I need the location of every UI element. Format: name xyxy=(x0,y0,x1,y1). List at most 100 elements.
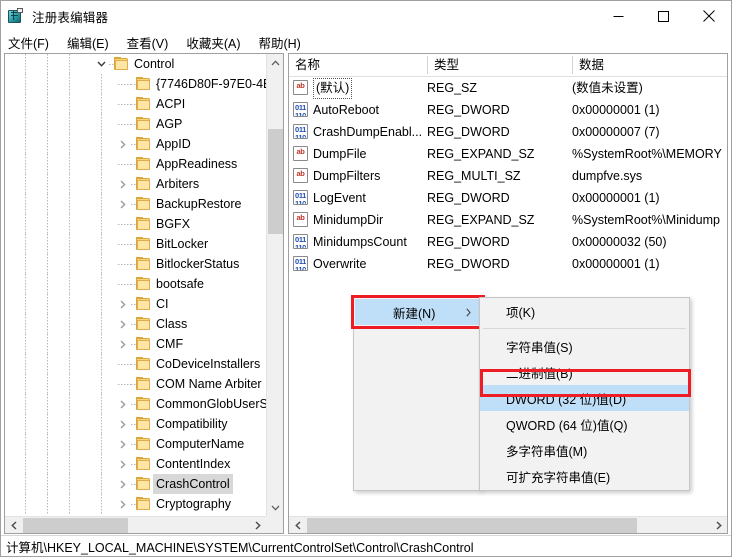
chevron-right-icon[interactable] xyxy=(115,474,131,494)
tree-scroll-thumb[interactable] xyxy=(268,129,283,234)
tree-scroll-up-button[interactable] xyxy=(267,54,284,71)
column-header-data[interactable]: 数据 xyxy=(573,54,727,76)
tree-item-label: AGP xyxy=(156,114,182,134)
tree-item-bitlockerstatus[interactable]: BitlockerStatus xyxy=(5,254,266,274)
menu-help[interactable]: 帮助(H) xyxy=(258,31,308,54)
folder-icon xyxy=(136,197,152,211)
tree-guide-line xyxy=(101,394,102,414)
chevron-right-icon[interactable] xyxy=(115,394,131,414)
tree-horizontal-scrollbar[interactable] xyxy=(5,516,266,533)
menu-edit[interactable]: 编辑(E) xyxy=(67,31,117,54)
context-submenu-item[interactable]: QWORD (64 位)值(Q) xyxy=(480,411,689,437)
folder-icon xyxy=(136,97,152,111)
registry-value-row[interactable]: abDumpFileREG_EXPAND_SZ%SystemRoot%\MEMO… xyxy=(289,143,727,165)
tree-item-label: Arbiters xyxy=(156,174,199,194)
tree-item-computername[interactable]: ComputerName xyxy=(5,434,266,454)
tree-item-7746d80f97e04e2[interactable]: {7746D80F-97E0-4E2 xyxy=(5,74,266,94)
tree-item-comnamearbiter[interactable]: COM Name Arbiter xyxy=(5,374,266,394)
chevron-right-icon[interactable] xyxy=(115,314,131,334)
list-scroll-right-button[interactable] xyxy=(710,517,727,534)
tree-item-crashcontrol[interactable]: CrashControl xyxy=(5,474,266,494)
registry-value-data: 0x00000032 (50) xyxy=(572,231,722,253)
registry-value-row[interactable]: 011110OverwriteREG_DWORD0x00000001 (1) xyxy=(289,253,727,275)
context-menu-item-new[interactable]: 新建(N) xyxy=(355,299,481,325)
registry-value-row[interactable]: abMinidumpDirREG_EXPAND_SZ%SystemRoot%\M… xyxy=(289,209,727,231)
chevron-right-icon[interactable] xyxy=(115,454,131,474)
tree-guide-line xyxy=(47,294,48,314)
folder-icon xyxy=(136,277,152,291)
registry-value-row[interactable]: abDumpFiltersREG_MULTI_SZdumpfve.sys xyxy=(289,165,727,187)
registry-value-row[interactable]: 011110CrashDumpEnabl...REG_DWORD0x000000… xyxy=(289,121,727,143)
chevron-right-icon[interactable] xyxy=(115,134,131,154)
tree-item-commonglobuserse[interactable]: CommonGlobUserSe xyxy=(5,394,266,414)
close-button[interactable] xyxy=(686,1,731,31)
tree-item-bitlocker[interactable]: BitLocker xyxy=(5,234,266,254)
tree-guide-line xyxy=(101,114,102,134)
tree-item-class[interactable]: Class xyxy=(5,314,266,334)
tree-item-cryptography[interactable]: Cryptography xyxy=(5,494,266,514)
chevron-right-icon[interactable] xyxy=(115,414,131,434)
context-submenu-item[interactable]: 可扩充字符串值(E) xyxy=(480,463,689,489)
chevron-right-icon[interactable] xyxy=(115,294,131,314)
chevron-down-icon[interactable] xyxy=(93,54,109,74)
submenu-arrow-icon xyxy=(466,306,471,320)
tree-item-cmf[interactable]: CMF xyxy=(5,334,266,354)
tree-item-ci[interactable]: CI xyxy=(5,294,266,314)
tree-vertical-scrollbar[interactable] xyxy=(266,54,283,516)
context-submenu-item[interactable]: 多字符串值(M) xyxy=(480,437,689,463)
menu-file[interactable]: 文件(F) xyxy=(8,31,57,54)
tree-item-label: CommonGlobUserSe xyxy=(156,394,266,414)
tree-hscroll-thumb[interactable] xyxy=(23,518,128,533)
folder-icon xyxy=(136,317,152,331)
registry-value-type: REG_EXPAND_SZ xyxy=(427,143,534,165)
context-submenu-item[interactable]: DWORD (32 位)值(D) xyxy=(480,385,689,411)
context-submenu-item[interactable]: 二进制值(B) xyxy=(480,359,689,385)
tree-scroll-left-button[interactable] xyxy=(5,517,22,534)
list-scroll-left-button[interactable] xyxy=(289,517,306,534)
tree-scroll-right-button[interactable] xyxy=(249,517,266,534)
tree-guide-line xyxy=(25,114,26,134)
tree-guide-line xyxy=(69,374,70,394)
column-header-name[interactable]: 名称 xyxy=(289,54,427,76)
menu-favorites[interactable]: 收藏夹(A) xyxy=(186,31,248,54)
registry-value-name: (默认) xyxy=(313,78,352,99)
tree-guide-line xyxy=(25,474,26,494)
context-submenu-item[interactable]: 字符串值(S) xyxy=(480,333,689,359)
maximize-button[interactable] xyxy=(641,1,686,31)
context-submenu-item[interactable]: 项(K) xyxy=(480,298,689,324)
chevron-right-icon[interactable] xyxy=(115,174,131,194)
tree-item-codeviceinstallers[interactable]: CoDeviceInstallers xyxy=(5,354,266,374)
registry-value-row[interactable]: 011110AutoRebootREG_DWORD0x00000001 (1) xyxy=(289,99,727,121)
string-value-icon: ab xyxy=(293,168,308,183)
registry-value-row[interactable]: 011110LogEventREG_DWORD0x00000001 (1) xyxy=(289,187,727,209)
tree-item-bootsafe[interactable]: bootsafe xyxy=(5,274,266,294)
tree-guide-line xyxy=(69,474,70,494)
tree-item-contentindex[interactable]: ContentIndex xyxy=(5,454,266,474)
chevron-right-icon[interactable] xyxy=(115,434,131,454)
registry-value-row[interactable]: ab(默认)REG_SZ(数值未设置) xyxy=(289,77,727,99)
tree-item-control[interactable]: Control xyxy=(5,54,266,74)
menu-view[interactable]: 查看(V) xyxy=(127,31,177,54)
registry-value-row[interactable]: 011110MinidumpsCountREG_DWORD0x00000032 … xyxy=(289,231,727,253)
chevron-right-icon[interactable] xyxy=(115,334,131,354)
tree-item-acpi[interactable]: ACPI xyxy=(5,94,266,114)
tree-item-agp[interactable]: AGP xyxy=(5,114,266,134)
chevron-right-icon[interactable] xyxy=(115,494,131,514)
tree-guide-line xyxy=(101,354,102,374)
tree-item-appreadiness[interactable]: AppReadiness xyxy=(5,154,266,174)
tree-scroll-down-button[interactable] xyxy=(267,499,284,516)
tree-item-compatibility[interactable]: Compatibility xyxy=(5,414,266,434)
folder-icon xyxy=(136,237,152,251)
tree-item-backuprestore[interactable]: BackupRestore xyxy=(5,194,266,214)
column-header-type[interactable]: 类型 xyxy=(428,54,572,76)
chevron-right-icon[interactable] xyxy=(115,194,131,214)
tree-item-appid[interactable]: AppID xyxy=(5,134,266,154)
minimize-button[interactable] xyxy=(596,1,641,31)
tree-item-bgfx[interactable]: BGFX xyxy=(5,214,266,234)
list-hscroll-thumb[interactable] xyxy=(307,518,637,533)
tree-guide-line xyxy=(25,154,26,174)
chevron-down-icon xyxy=(271,505,280,511)
list-horizontal-scrollbar[interactable] xyxy=(289,516,727,533)
registry-tree[interactable]: Control{7746D80F-97E0-4E2ACPIAGPAppIDApp… xyxy=(5,54,266,516)
tree-item-arbiters[interactable]: Arbiters xyxy=(5,174,266,194)
